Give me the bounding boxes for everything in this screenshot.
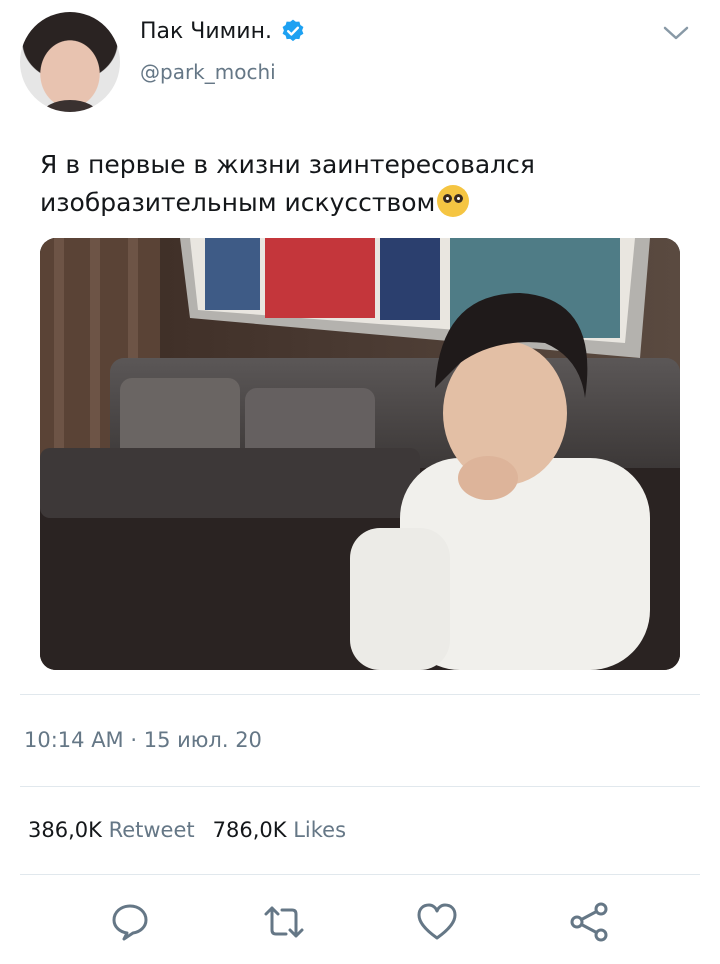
likes-label: Likes xyxy=(293,818,347,842)
likes-stat[interactable]: 786,0K Likes xyxy=(213,818,346,842)
tweet-text-line-2: изобразительным искусством xyxy=(40,184,680,222)
retweets-label: Retweet xyxy=(108,818,195,842)
avatar-shirt xyxy=(42,100,98,112)
photo-illustration xyxy=(40,238,680,670)
tweet-photo[interactable] xyxy=(40,238,680,670)
user-name-row: Пак Чимин. xyxy=(140,18,306,44)
share-icon[interactable] xyxy=(568,900,612,944)
retweets-stat[interactable]: 386,0K Retweet xyxy=(28,818,195,842)
divider xyxy=(20,874,700,875)
divider xyxy=(20,694,700,695)
tweet-text-line-2-text: изобразительным искусством xyxy=(40,188,436,217)
chevron-down-icon[interactable] xyxy=(662,22,690,44)
likes-count: 786,0K xyxy=(212,818,287,842)
retweets-count: 386,0K xyxy=(28,818,102,842)
avatar[interactable] xyxy=(20,12,120,112)
retweet-icon[interactable] xyxy=(262,900,306,944)
tweet-text: Я в первые в жизни заинтересовался изобр… xyxy=(40,146,680,222)
tweet-timestamp[interactable]: 10:14 AM · 15 июл. 20 xyxy=(24,728,262,752)
reply-icon[interactable] xyxy=(108,900,152,944)
user-handle[interactable]: @park_mochi xyxy=(140,60,276,84)
display-name[interactable]: Пак Чимин. xyxy=(140,19,272,44)
divider xyxy=(20,786,700,787)
verified-badge-icon xyxy=(282,19,304,42)
tweet-text-line-1: Я в первые в жизни заинтересовался xyxy=(40,150,535,179)
heart-icon[interactable] xyxy=(415,900,459,944)
pleading-face-emoji-icon xyxy=(437,185,470,217)
tweet-stats: 386,0K Retweet 786,0K Likes xyxy=(28,818,346,842)
